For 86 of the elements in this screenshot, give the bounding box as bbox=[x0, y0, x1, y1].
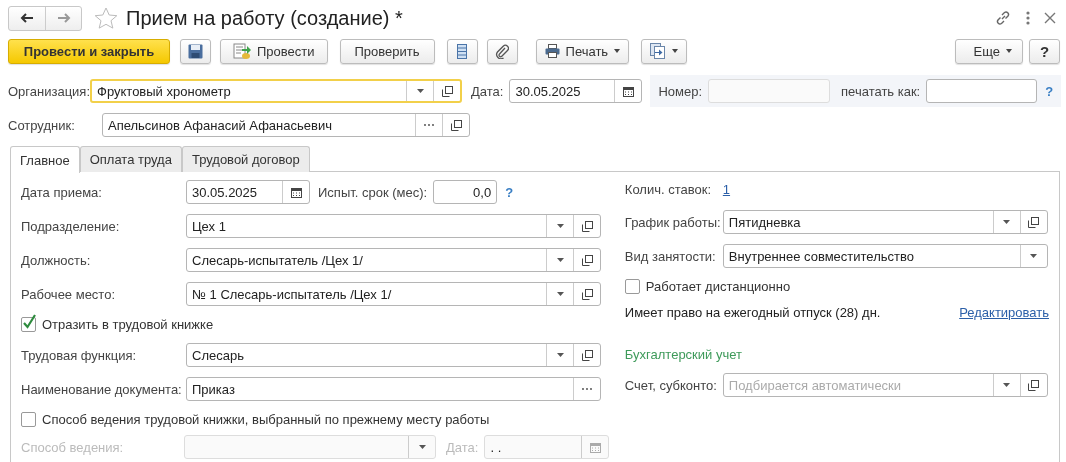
more-button[interactable]: Еще bbox=[954, 38, 1023, 64]
section-heading: Бухгалтерский учет bbox=[624, 345, 743, 363]
field-label: печатать как: bbox=[841, 83, 921, 99]
vacation-note: Имеет право на ежегодный отпуск (28) дн. bbox=[624, 304, 881, 320]
input-field[interactable] bbox=[926, 79, 1038, 103]
field-label: Сотрудник: bbox=[8, 117, 76, 133]
caret-icon[interactable] bbox=[556, 353, 564, 357]
caret-icon[interactable] bbox=[1003, 383, 1011, 387]
open-icon[interactable] bbox=[450, 119, 462, 131]
tab[interactable]: Трудовой договор bbox=[181, 146, 310, 172]
caret-icon[interactable] bbox=[556, 224, 564, 228]
field-label: Испыт. срок (мес): bbox=[318, 184, 428, 200]
edit-link[interactable]: Редактировать bbox=[959, 304, 1049, 320]
field-label: График работы: bbox=[624, 214, 722, 230]
help-button[interactable]: ? bbox=[1029, 38, 1060, 64]
input-field[interactable]: Апельсинов Афанасий Афанасьевич bbox=[102, 113, 470, 137]
rate-count-link[interactable]: 1 bbox=[722, 181, 731, 197]
checkbox-label[interactable]: Способ ведения трудовой книжки, выбранный по прежнему месту работы bbox=[42, 411, 490, 427]
printer-icon bbox=[544, 44, 560, 58]
open-icon[interactable] bbox=[581, 254, 593, 266]
list-button[interactable] bbox=[446, 38, 478, 64]
window-title: Прием на работу (создание) * bbox=[126, 6, 403, 30]
caret-icon[interactable] bbox=[556, 258, 564, 262]
open-icon[interactable] bbox=[1028, 216, 1040, 228]
paperclip-icon bbox=[495, 43, 510, 59]
field-label: Дата: bbox=[446, 439, 479, 455]
field-label: Подразделение: bbox=[21, 218, 121, 234]
date-field[interactable]: 30.05.2025 bbox=[186, 180, 310, 204]
field-label: Номер: bbox=[658, 83, 703, 99]
post-button[interactable]: Провести bbox=[220, 38, 328, 64]
checkbox[interactable] bbox=[21, 411, 36, 427]
help-link[interactable]: ? bbox=[505, 184, 514, 200]
select-field[interactable]: Слесарь-испытатель /Цех 1/ bbox=[186, 248, 601, 272]
post-and-close-button[interactable]: Провести и закрыть bbox=[8, 38, 170, 64]
close-icon[interactable] bbox=[1044, 12, 1056, 24]
field-label: Трудовая функция: bbox=[21, 347, 138, 363]
select-field[interactable]: Фруктовый хронометр bbox=[90, 79, 463, 103]
calendar-icon[interactable] bbox=[290, 186, 302, 198]
select-field[interactable]: № 1 Слесарь-испытатель /Цех 1/ bbox=[186, 282, 601, 306]
document-arrow-icon bbox=[233, 42, 251, 60]
open-icon[interactable] bbox=[581, 288, 593, 300]
select-field[interactable]: Пятидневка bbox=[722, 210, 1048, 234]
select-field[interactable]: Слесарь bbox=[186, 343, 601, 367]
field-label: Наименование документа: bbox=[21, 381, 183, 397]
help-link[interactable]: ? bbox=[1045, 83, 1054, 99]
input-field[interactable]: Приказ bbox=[186, 377, 601, 401]
print-button[interactable]: Печать bbox=[535, 38, 630, 64]
star-icon[interactable] bbox=[94, 6, 118, 30]
date-field[interactable]: 30.05.2025 bbox=[509, 79, 643, 103]
back-arrow-icon bbox=[20, 13, 34, 23]
check-button[interactable]: Проверить bbox=[339, 38, 435, 64]
open-icon[interactable] bbox=[581, 220, 593, 232]
calendar-icon[interactable] bbox=[622, 85, 634, 97]
checkbox-label[interactable]: Отразить в трудовой книжке bbox=[42, 316, 214, 332]
checkbox-label[interactable]: Работает дистанционно bbox=[645, 278, 791, 294]
open-icon[interactable] bbox=[581, 349, 593, 361]
field-label: Счет, субконто: bbox=[624, 377, 718, 393]
field-label: Организация: bbox=[8, 83, 91, 99]
link-icon[interactable] bbox=[994, 9, 1012, 27]
field-label: Должность: bbox=[21, 252, 92, 268]
field-label: Колич. ставок: bbox=[624, 181, 713, 197]
list-icon bbox=[457, 43, 468, 59]
field-label: Дата: bbox=[471, 83, 504, 99]
checkbox[interactable] bbox=[21, 316, 36, 332]
open-icon[interactable] bbox=[441, 85, 453, 97]
field-label: Рабочее место: bbox=[21, 286, 117, 302]
field-label: Способ ведения: bbox=[21, 439, 125, 455]
tab[interactable]: Главное bbox=[10, 146, 80, 173]
caret-icon[interactable] bbox=[416, 89, 424, 93]
related-documents-button[interactable] bbox=[641, 38, 688, 64]
caret-icon[interactable] bbox=[556, 292, 564, 296]
select-field[interactable]: Цех 1 bbox=[186, 214, 601, 238]
caret-icon[interactable] bbox=[1030, 254, 1038, 258]
tab[interactable]: Оплата труда bbox=[79, 146, 182, 172]
forward-arrow-icon bbox=[56, 13, 71, 23]
field-label: Вид занятости: bbox=[624, 248, 717, 264]
paperclip-button[interactable] bbox=[486, 38, 518, 64]
open-icon[interactable] bbox=[1028, 379, 1040, 391]
documents-arrow-icon bbox=[650, 43, 667, 59]
input-field[interactable]: 0,0 bbox=[433, 180, 498, 204]
caret-icon[interactable] bbox=[1003, 220, 1011, 224]
checkbox[interactable] bbox=[624, 278, 640, 294]
field-label: Дата приема: bbox=[21, 184, 103, 200]
select-field[interactable]: Внутреннее совместительство bbox=[722, 244, 1048, 268]
save-button[interactable] bbox=[180, 38, 211, 64]
more-icon[interactable] bbox=[1026, 11, 1030, 25]
